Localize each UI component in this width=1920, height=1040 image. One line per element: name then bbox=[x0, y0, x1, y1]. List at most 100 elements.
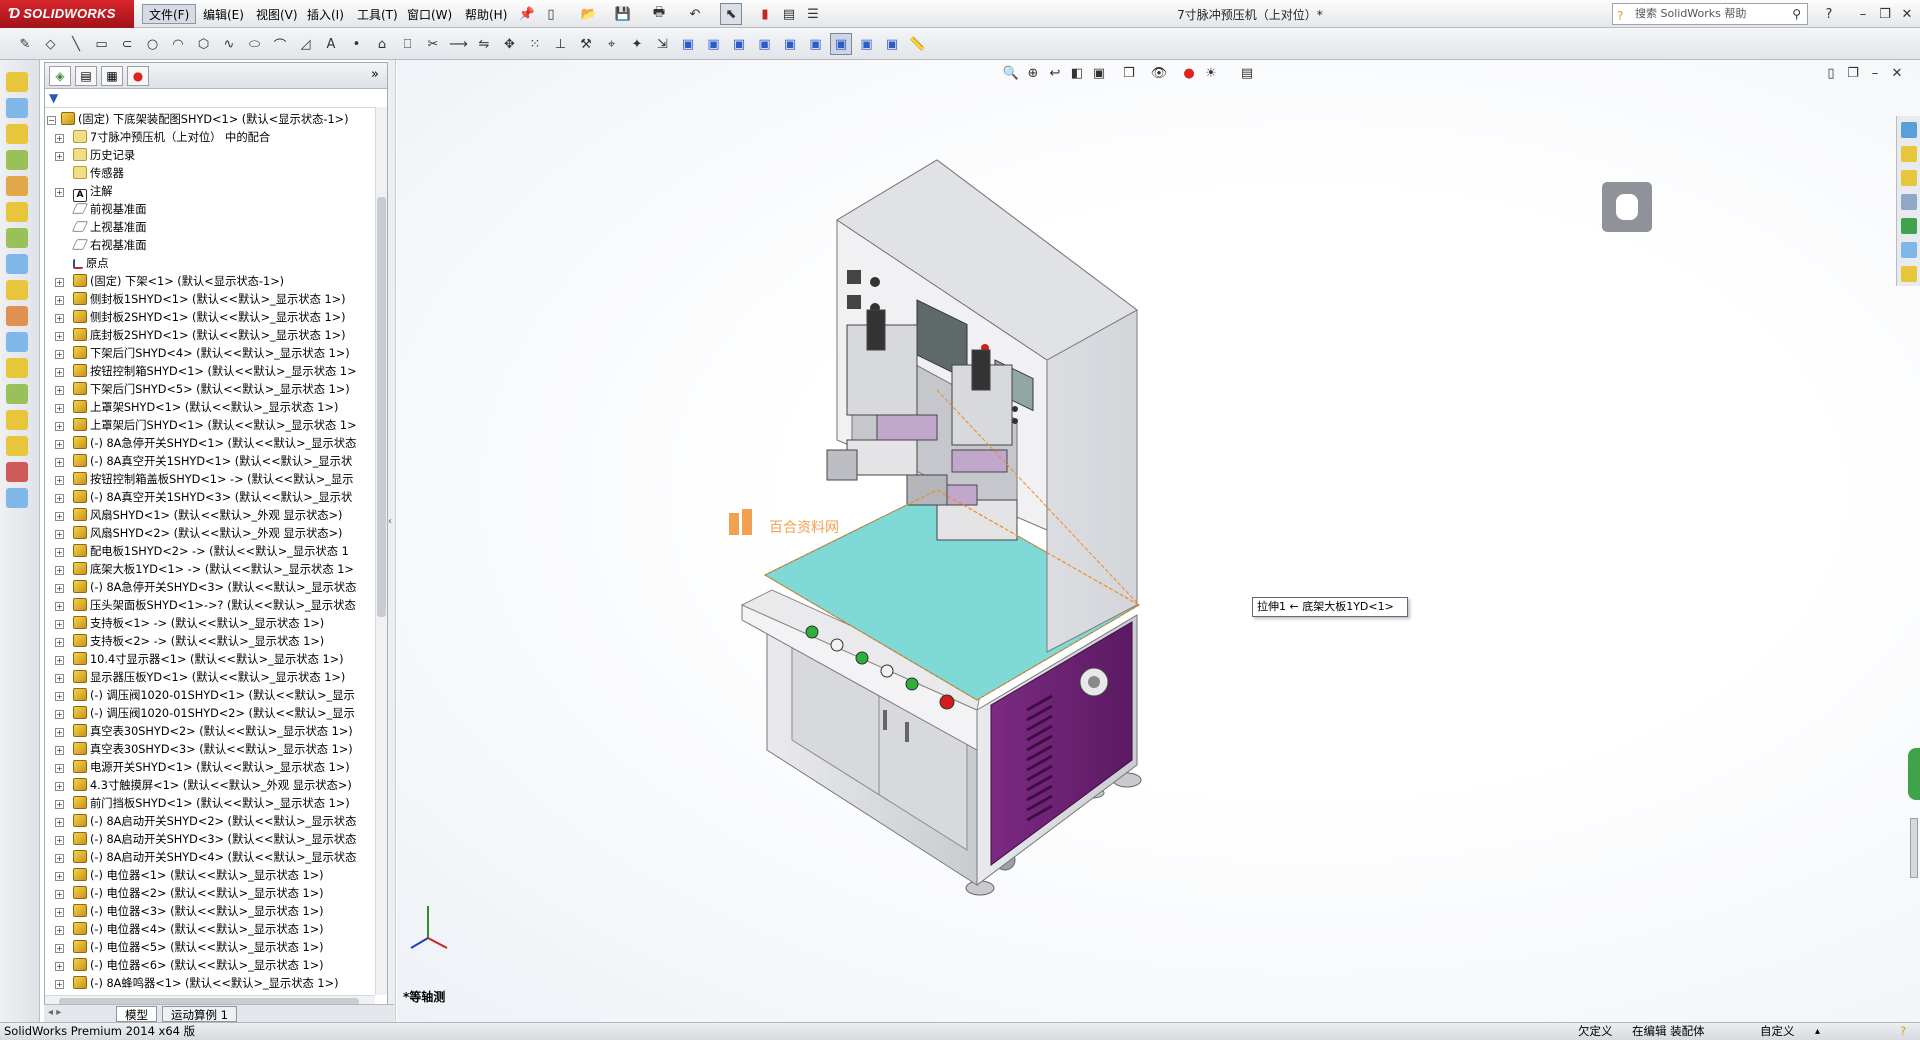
reference-icon[interactable] bbox=[6, 358, 28, 378]
viewport-scroll-handle[interactable] bbox=[1910, 818, 1918, 878]
options-icon[interactable]: ☰ bbox=[802, 3, 824, 25]
expand-icon[interactable]: + bbox=[55, 152, 64, 161]
view-trimetric-icon[interactable]: ▣ bbox=[856, 33, 878, 55]
expand-icon[interactable]: + bbox=[55, 332, 64, 341]
tree-item[interactable]: + (-) 电位器<5> (默认<<默认>_显示状态 1>) bbox=[45, 939, 375, 957]
tree-item[interactable]: 上视基准面 bbox=[45, 219, 375, 237]
slot-icon[interactable]: ⊂ bbox=[116, 33, 138, 55]
trim-icon[interactable]: ✂ bbox=[422, 33, 444, 55]
tree-vertical-scrollbar[interactable] bbox=[375, 107, 387, 995]
expand-icon[interactable]: + bbox=[55, 908, 64, 917]
offset-icon[interactable]: ⎕ bbox=[397, 33, 419, 55]
tree-item[interactable]: + 支持板<2> -> (默认<<默认>_显示状态 1>) bbox=[45, 633, 375, 651]
tree-root[interactable]: − (固定) 下底架装配图SHYD<1> (默认<显示状态-1>) bbox=[45, 111, 375, 129]
print-icon[interactable]: 🖶 bbox=[648, 3, 670, 25]
help-bubble-icon[interactable]: ? bbox=[1900, 1023, 1906, 1040]
tree-item[interactable]: + 支持板<1> -> (默认<<默认>_显示状态 1>) bbox=[45, 615, 375, 633]
tree-item[interactable]: 右视基准面 bbox=[45, 237, 375, 255]
minimize-icon[interactable]: – bbox=[1852, 3, 1874, 25]
expand-icon[interactable]: + bbox=[55, 800, 64, 809]
analysis-icon[interactable] bbox=[6, 436, 28, 456]
hide-show-icon[interactable]: 👁 bbox=[1148, 62, 1170, 84]
previous-view-icon[interactable]: ↩ bbox=[1044, 62, 1066, 84]
evaluate-icon[interactable] bbox=[6, 124, 28, 144]
tree-item[interactable]: + (-) 调压阀1020-01SHYD<2> (默认<<默认>_显示 bbox=[45, 705, 375, 723]
view-back-icon[interactable]: ▣ bbox=[703, 33, 725, 55]
menu-item-3[interactable]: 插入(I) bbox=[300, 4, 351, 24]
expand-icon[interactable]: + bbox=[55, 638, 64, 647]
help-search-input[interactable]: ? 搜索 SolidWorks 帮助 ⚲ bbox=[1612, 3, 1808, 25]
expand-icon[interactable]: + bbox=[55, 926, 64, 935]
tree-item[interactable]: + (-) 8A真空开关1SHYD<3> (默认<<默认>_显示状 bbox=[45, 489, 375, 507]
tree-item[interactable]: + 前门挡板SHYD<1> (默认<<默认>_显示状态 1>) bbox=[45, 795, 375, 813]
tree-item[interactable]: 原点 bbox=[45, 255, 375, 273]
mates-icon[interactable] bbox=[6, 176, 28, 196]
view-bottom-icon[interactable]: ▣ bbox=[805, 33, 827, 55]
new-document-icon[interactable]: ▯ bbox=[540, 3, 562, 25]
expand-icon[interactable]: + bbox=[55, 440, 64, 449]
zoom-area-icon[interactable]: ⊕ bbox=[1022, 62, 1044, 84]
scene-icon[interactable]: ☀ bbox=[1200, 62, 1222, 84]
tree-item[interactable]: + 真空表30SHYD<2> (默认<<默认>_显示状态 1>) bbox=[45, 723, 375, 741]
menu-item-6[interactable]: 帮助(H) bbox=[458, 4, 514, 24]
expand-icon[interactable]: + bbox=[55, 656, 64, 665]
menu-item-4[interactable]: 工具(T) bbox=[350, 4, 405, 24]
expand-icon[interactable]: + bbox=[55, 584, 64, 593]
scroll-thumb[interactable] bbox=[377, 197, 386, 617]
expand-icon[interactable]: + bbox=[55, 476, 64, 485]
machine-model[interactable]: 百合资料网 bbox=[397, 60, 1920, 1022]
view-right-icon[interactable]: ▣ bbox=[754, 33, 776, 55]
expand-icon[interactable]: + bbox=[55, 980, 64, 989]
panel-splitter[interactable]: ‹ bbox=[388, 60, 396, 1022]
sketch-icon[interactable] bbox=[6, 98, 28, 118]
units-status[interactable]: 自定义 bbox=[1760, 1023, 1795, 1040]
tree-item[interactable]: + (-) 电位器<1> (默认<<默认>_显示状态 1>) bbox=[45, 867, 375, 885]
view-dimetric-icon[interactable]: ▣ bbox=[881, 33, 903, 55]
help-menu-icon[interactable]: ? bbox=[1818, 3, 1840, 25]
tree-item[interactable]: + 配电板1SHYD<2> -> (默认<<默认>_显示状态 1 bbox=[45, 543, 375, 561]
tree-item[interactable]: + (-) 电位器<3> (默认<<默认>_显示状态 1>) bbox=[45, 903, 375, 921]
task-pane-toggle[interactable] bbox=[1908, 748, 1920, 800]
measure-icon[interactable]: 📏 bbox=[907, 33, 929, 55]
tree-item[interactable]: + 下架后门SHYD<5> (默认<<默认>_显示状态 1>) bbox=[45, 381, 375, 399]
fillet-icon[interactable]: ⌒ bbox=[269, 33, 291, 55]
tree-item[interactable]: + 风扇SHYD<1> (默认<<默认>_外观 显示状态>) bbox=[45, 507, 375, 525]
expand-icon[interactable]: + bbox=[55, 962, 64, 971]
instant-3d-icon[interactable]: ⇲ bbox=[652, 33, 674, 55]
menu-item-2[interactable]: 视图(V) bbox=[249, 4, 305, 24]
appearance-icon[interactable]: ● bbox=[1178, 62, 1200, 84]
expand-icon[interactable]: + bbox=[55, 782, 64, 791]
expand-icon[interactable]: + bbox=[55, 602, 64, 611]
tree-item[interactable]: + (-) 电位器<6> (默认<<默认>_显示状态 1>) bbox=[45, 957, 375, 975]
expand-icon[interactable]: + bbox=[55, 890, 64, 899]
tree-item[interactable]: + 风扇SHYD<2> (默认<<默认>_外观 显示状态>) bbox=[45, 525, 375, 543]
tree-item[interactable]: + 真空表30SHYD<3> (默认<<默认>_显示状态 1>) bbox=[45, 741, 375, 759]
expand-icon[interactable]: + bbox=[55, 494, 64, 503]
tree-item[interactable]: + (-) 8A真空开关1SHYD<1> (默认<<默认>_显示状 bbox=[45, 453, 375, 471]
tree-item[interactable]: + 上罩架SHYD<1> (默认<<默认>_显示状态 1>) bbox=[45, 399, 375, 417]
spline-icon[interactable]: ∿ bbox=[218, 33, 240, 55]
tree-item[interactable]: + 下架后门SHYD<4> (默认<<默认>_显示状态 1>) bbox=[45, 345, 375, 363]
tree-item[interactable]: + 底封板2SHYD<1> (默认<<默认>_显示状态 1>) bbox=[45, 327, 375, 345]
expand-icon[interactable]: + bbox=[55, 836, 64, 845]
tree-item[interactable]: + 电源开关SHYD<1> (默认<<默认>_显示状态 1>) bbox=[45, 759, 375, 777]
tree-item[interactable]: + (-) 电位器<2> (默认<<默认>_显示状态 1>) bbox=[45, 885, 375, 903]
expand-icon[interactable]: + bbox=[55, 692, 64, 701]
simulation-icon[interactable] bbox=[6, 332, 28, 352]
expand-icon[interactable]: + bbox=[55, 854, 64, 863]
tree-item[interactable]: + 压头架面板SHYD<1>->? (默认<<默认>_显示状态 bbox=[45, 597, 375, 615]
view-front-icon[interactable]: ▣ bbox=[677, 33, 699, 55]
toolbox-icon[interactable] bbox=[6, 462, 28, 482]
view-top-icon[interactable]: ▣ bbox=[779, 33, 801, 55]
property-manager-tab-icon[interactable]: ▤ bbox=[75, 66, 97, 86]
relations-icon[interactable]: ⊥ bbox=[550, 33, 572, 55]
expand-icon[interactable]: + bbox=[55, 296, 64, 305]
tree-item[interactable]: + (-) 8A急停开关SHYD<1> (默认<<默认>_显示状态 bbox=[45, 435, 375, 453]
rebuild-icon[interactable]: ▮ bbox=[754, 3, 776, 25]
mouse-gesture-hud[interactable] bbox=[1602, 182, 1652, 232]
close-icon[interactable]: ✕ bbox=[1896, 3, 1918, 25]
rectangle-icon[interactable]: ▭ bbox=[91, 33, 113, 55]
smart-dimension-icon[interactable]: ◇ bbox=[40, 33, 62, 55]
tree-item[interactable]: + 按钮控制箱SHYD<1> (默认<<默认>_显示状态 1> bbox=[45, 363, 375, 381]
sketch-icon[interactable]: ✎ bbox=[14, 33, 36, 55]
